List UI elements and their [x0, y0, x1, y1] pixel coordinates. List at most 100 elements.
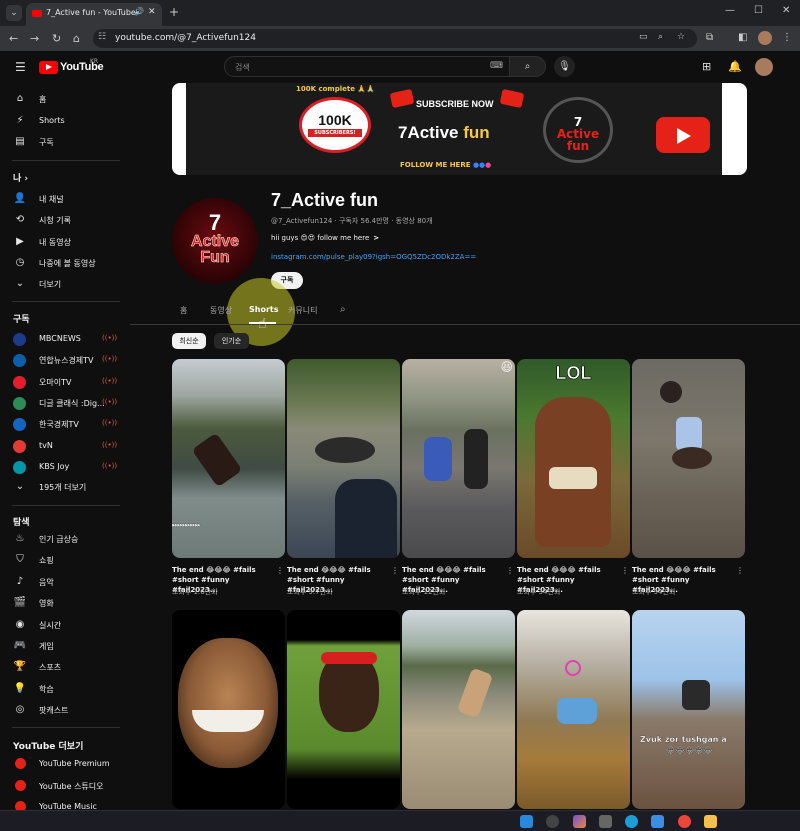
sidebar-item-explore[interactable]: 🎬 영화 [0, 593, 130, 614]
sidebar-item-youtube-more[interactable]: YouTube Premium [0, 754, 130, 775]
sidebar-item-explore[interactable]: ♪ 음악 [0, 572, 130, 593]
edge-icon[interactable] [625, 815, 638, 828]
windows-start-icon[interactable] [520, 815, 533, 828]
tab-videos[interactable]: 동영상 [210, 305, 232, 316]
search-button[interactable]: ⌕ [510, 56, 546, 77]
site-info-icon[interactable]: ☷ [98, 32, 106, 42]
sidebar-item-watch-later[interactable]: ◷ 나중에 볼 동영상 [0, 253, 130, 274]
sidebar-item-show-more[interactable]: ⌄ 더보기 [0, 274, 130, 295]
short-thumbnail[interactable]: LOL [517, 359, 630, 558]
sidebar-item-explore[interactable]: 💡 학습 [0, 679, 130, 700]
minimize-icon[interactable]: — [725, 5, 735, 16]
keyboard-icon[interactable]: ⌨ [490, 61, 503, 71]
tab-shorts[interactable]: Shorts [249, 305, 278, 314]
bookmark-star-icon[interactable]: ☆ [677, 32, 685, 42]
sidebar-item-more-subs[interactable]: ⌄ 195개 더보기 [0, 477, 130, 498]
sidebar-item-explore[interactable]: ♨ 인기 급상승 [0, 529, 130, 550]
channel-description[interactable]: hii guys 😍😍 follow me here > [271, 234, 379, 242]
short-thumbnail[interactable] [172, 610, 285, 809]
side-panel-icon[interactable]: ◧ [738, 32, 747, 43]
search-input[interactable]: 검색 ⌨ [224, 56, 510, 77]
chevron-right-icon[interactable]: > [373, 234, 379, 242]
thumb-teeth [549, 467, 597, 489]
zoom-icon[interactable]: ⌕ [658, 32, 663, 42]
sidebar-sub-channel[interactable]: ((•)) MBCNEWS [0, 329, 130, 350]
browser-profile-avatar[interactable] [758, 31, 772, 45]
short-thumbnail[interactable]: 😆 [402, 359, 515, 558]
file-explorer-icon[interactable] [704, 815, 717, 828]
tab-community[interactable]: 커뮤니티 [288, 305, 317, 316]
short-thumbnail[interactable]: Zvuk zor tushgan a 😂😂😂😂😂 [632, 610, 745, 809]
voice-search-button[interactable]: 🎙 [554, 56, 575, 77]
store-icon[interactable] [651, 815, 664, 828]
sidebar-sub-channel[interactable]: ((•)) 한국경제TV [0, 414, 130, 435]
sidebar-item-home[interactable]: ⌂ 홈 [0, 89, 130, 110]
extensions-icon[interactable]: ⧉ [706, 32, 713, 43]
url-text[interactable]: youtube.com/@7_Activefun124 [115, 33, 256, 43]
sidebar-item-subscriptions[interactable]: ▤ 구독 [0, 132, 130, 153]
short-thumbnail[interactable] [287, 359, 400, 558]
channel-search-icon[interactable]: ⌕ [340, 304, 346, 315]
sidebar-you-header[interactable]: 나 › [13, 171, 28, 184]
create-video-icon[interactable]: ⊞ [702, 60, 711, 73]
copilot-icon[interactable] [573, 815, 586, 828]
tab-search-menu-icon[interactable]: ⌄ [6, 5, 22, 21]
sidebar-sub-channel[interactable]: ((•)) tvN [0, 436, 130, 457]
cast-icon[interactable]: ▭ [639, 32, 648, 42]
sidebar-item-explore[interactable]: 🎮 게임 [0, 636, 130, 657]
chip-latest[interactable]: 최신순 [172, 333, 206, 349]
maximize-icon[interactable]: ☐ [754, 5, 763, 16]
short-thumbnail[interactable]: ▸▸▸▸▸▸▸▸▸▸▸ [172, 359, 285, 558]
browser-menu-icon[interactable]: ⋮ [782, 32, 792, 43]
browser-tab-active[interactable]: 7_Active fun - YouTube 🔊 ✕ [26, 3, 162, 26]
sidebar-item-label: 195개 더보기 [39, 483, 87, 492]
short-thumbnail[interactable] [632, 359, 745, 558]
sidebar-item-explore[interactable]: 🏆 스포츠 [0, 657, 130, 678]
sidebar-sub-channel[interactable]: ((•)) 오마이TV [0, 372, 130, 393]
chrome-icon[interactable] [678, 815, 691, 828]
chip-popular[interactable]: 인기순 [214, 333, 249, 349]
tab-home[interactable]: 홈 [180, 305, 187, 316]
tab-close-icon[interactable]: ✕ [148, 7, 156, 17]
sidebar-item-label: 학습 [39, 684, 54, 694]
back-icon[interactable]: ← [9, 32, 18, 45]
channel-link[interactable]: instagram.com/pulse_play09?igsh=OGQ5ZDc2… [271, 253, 476, 261]
channel-avatar[interactable]: 7 Active Fun [172, 198, 258, 284]
reload-icon[interactable]: ↻ [52, 32, 61, 45]
sidebar-sub-channel[interactable]: ((•)) 연합뉴스경제TV [0, 350, 130, 371]
more-options-icon[interactable]: ⋮ [506, 566, 514, 575]
sidebar-item-explore[interactable]: ⛉ 쇼핑 [0, 550, 130, 571]
thumb-person [557, 698, 597, 724]
sidebar-item-your-videos[interactable]: ▶ 내 동영상 [0, 232, 130, 253]
sidebar-item-explore[interactable]: ◎ 팟캐스트 [0, 700, 130, 721]
sidebar-sub-channel[interactable]: ((•)) 디글 클래식 :Dig... [0, 393, 130, 414]
forward-icon[interactable]: → [30, 32, 39, 45]
account-avatar[interactable] [755, 58, 773, 76]
chevron-down-icon: ⌄ [15, 278, 25, 289]
home-nav-icon[interactable]: ⌂ [73, 32, 80, 45]
podcast-icon: ◎ [15, 704, 25, 716]
more-options-icon[interactable]: ⋮ [736, 566, 744, 575]
sidebar-item-my-channel[interactable]: 👤 내 채널 [0, 189, 130, 210]
sidebar-item-shorts[interactable]: ⚡ Shorts [0, 111, 130, 132]
more-options-icon[interactable]: ⋮ [621, 566, 629, 575]
more-options-icon[interactable]: ⋮ [276, 566, 284, 575]
sidebar-item-youtube-more[interactable]: YouTube Music [0, 797, 130, 810]
sidebar-sub-channel[interactable]: ((•)) KBS Joy [0, 457, 130, 478]
short-thumbnail[interactable] [287, 610, 400, 809]
sidebar-item-youtube-more[interactable]: YouTube 스튜디오 [0, 776, 130, 797]
sidebar-item-history[interactable]: ⟲ 시청 기록 [0, 210, 130, 231]
window-close-icon[interactable]: ✕ [782, 5, 790, 16]
new-tab-icon[interactable]: + [169, 5, 179, 19]
short-thumbnail[interactable] [517, 610, 630, 809]
notifications-bell-icon[interactable]: 🔔 [728, 60, 742, 73]
youtube-logo-icon[interactable] [39, 61, 58, 74]
taskbar-search-icon[interactable] [546, 815, 559, 828]
tab-audio-icon[interactable]: 🔊 [134, 7, 144, 16]
sidebar-item-explore[interactable]: ◉ 실시간 [0, 615, 130, 636]
guide-menu-icon[interactable]: ☰ [15, 60, 26, 74]
task-view-icon[interactable] [599, 815, 612, 828]
more-options-icon[interactable]: ⋮ [391, 566, 399, 575]
short-thumbnail[interactable] [402, 610, 515, 809]
address-bar[interactable]: ☷ youtube.com/@7_Activefun124 ▭ ⌕ ☆ [93, 29, 697, 48]
